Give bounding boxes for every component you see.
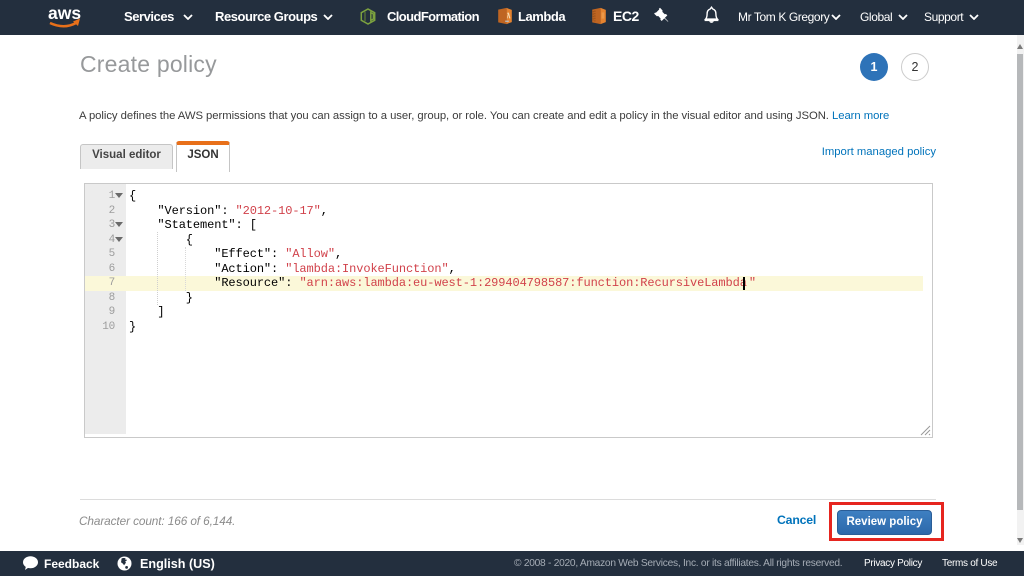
svg-text:aws: aws <box>48 3 81 23</box>
